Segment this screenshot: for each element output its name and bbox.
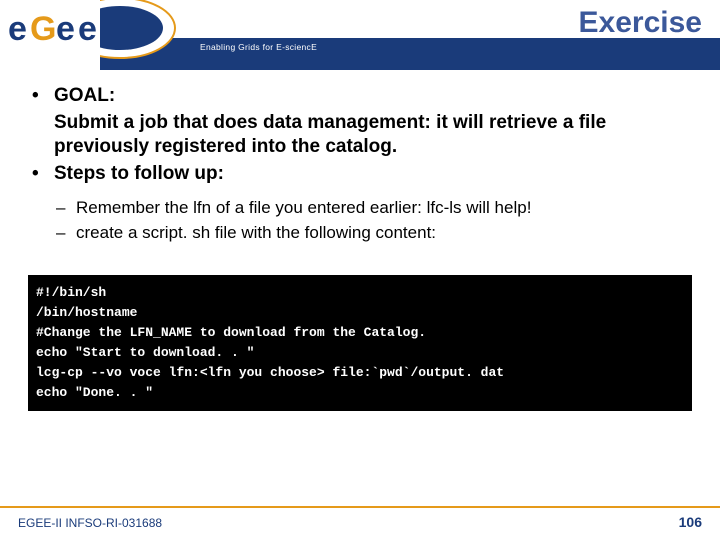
svg-text:e: e xyxy=(78,10,97,48)
code-line: lcg-cp --vo voce lfn:<lfn you choose> fi… xyxy=(36,365,504,380)
bullet-item: GOAL: xyxy=(28,84,692,109)
svg-text:G: G xyxy=(30,10,56,48)
svg-text:e: e xyxy=(8,10,27,48)
svg-text:e: e xyxy=(56,10,75,48)
slide-title: Exercise xyxy=(579,6,702,40)
page-number: 106 xyxy=(679,514,702,530)
bullet-list-level1: GOAL: Submit a job that does data manage… xyxy=(28,84,692,187)
code-line: echo "Start to download. . " xyxy=(36,345,254,360)
content-area: GOAL: Submit a job that does data manage… xyxy=(0,70,720,245)
footer-id: EGEE-II INFSO-RI-031688 xyxy=(18,516,162,530)
code-line: echo "Done. . " xyxy=(36,385,153,400)
bullet-item: create a script. sh file with the follow… xyxy=(56,222,692,245)
bullet-item: Steps to follow up: xyxy=(28,162,692,187)
bullet-list-level2: Remember the lfn of a file you entered e… xyxy=(28,197,692,245)
code-line: #Change the LFN_NAME to download from th… xyxy=(36,325,426,340)
bullet-item: Submit a job that does data management: … xyxy=(28,111,692,160)
header: Exercise e G e e Enabling Grids for E-sc… xyxy=(0,0,720,70)
footer: EGEE-II INFSO-RI-031688 106 xyxy=(0,506,720,540)
egee-logo: e G e e xyxy=(0,0,200,70)
code-line: #!/bin/sh xyxy=(36,285,106,300)
bullet-item: Remember the lfn of a file you entered e… xyxy=(56,197,692,220)
tagline: Enabling Grids for E-sciencE xyxy=(200,42,317,52)
code-line: /bin/hostname xyxy=(36,305,137,320)
code-block: #!/bin/sh /bin/hostname #Change the LFN_… xyxy=(28,275,692,412)
